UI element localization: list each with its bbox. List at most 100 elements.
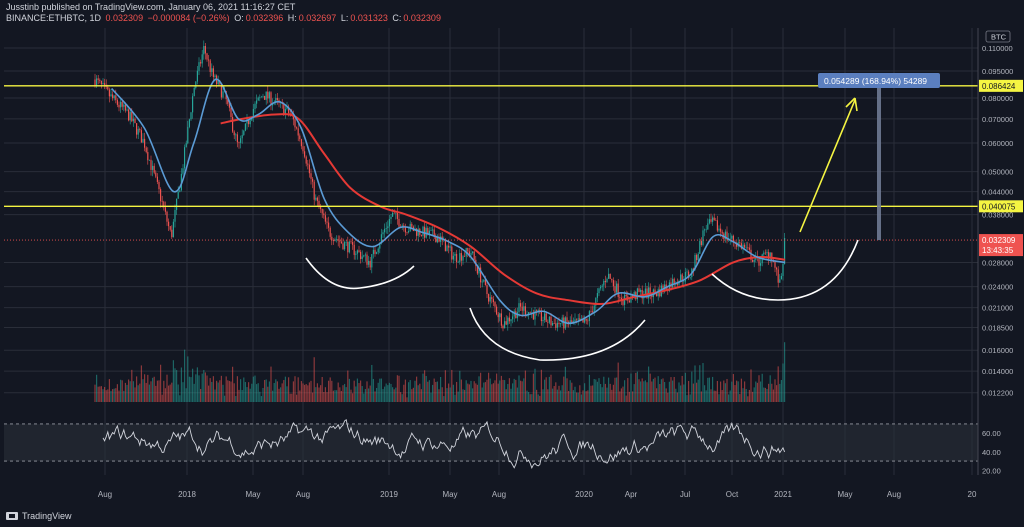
candle-body [521, 306, 523, 311]
candle-body [507, 317, 509, 325]
volume-bar [403, 384, 405, 402]
volume-bar [265, 379, 267, 402]
volume-bar [115, 388, 117, 402]
candle-body [342, 243, 344, 250]
volume-bar [620, 388, 622, 402]
volume-bar [284, 376, 286, 402]
candle-body [467, 247, 469, 252]
candle-body [376, 252, 378, 254]
candle-body [608, 273, 610, 279]
volume-bar [497, 383, 499, 402]
candle-body [208, 59, 210, 61]
candle-body [763, 252, 765, 255]
volume-bar [96, 374, 98, 402]
volume-bar [395, 387, 397, 402]
volume-bar [753, 387, 755, 402]
volume-bar [400, 392, 402, 402]
volume-bar [406, 397, 408, 402]
candle-body [113, 95, 115, 99]
candle-body [720, 228, 722, 232]
candle-body [299, 135, 301, 140]
volume-bar [540, 369, 542, 402]
volume-bar [628, 391, 630, 402]
volume-bar [172, 360, 174, 402]
volume-bar [488, 372, 490, 402]
candle-body [350, 241, 352, 243]
volume-bar [296, 394, 298, 402]
volume-bar [161, 394, 163, 402]
candle-body [182, 168, 184, 174]
volume-bar [683, 384, 685, 402]
volume-bar [720, 381, 722, 402]
candle-body [552, 323, 554, 326]
volume-bar [113, 388, 115, 402]
footer-brand[interactable]: TradingView [22, 511, 72, 521]
volume-bar [392, 387, 394, 402]
volume-bar [230, 381, 232, 402]
volume-bar [662, 378, 664, 402]
volume-bar [609, 383, 611, 402]
volume-bar [707, 377, 709, 402]
volume-bar [385, 383, 387, 402]
volume-bar [516, 387, 518, 402]
candle-body [776, 267, 778, 270]
volume-bar [684, 372, 686, 402]
volume-bar [153, 376, 155, 402]
candle-body [491, 297, 493, 300]
candle-body [609, 273, 611, 279]
volume-bar [222, 384, 224, 402]
volume-bar [648, 366, 650, 402]
candle-body [321, 208, 323, 214]
volume-bar [470, 380, 472, 402]
volume-bar [219, 380, 221, 402]
candle-body [494, 302, 496, 307]
volume-bar [764, 387, 766, 402]
x-tick-label: Aug [98, 490, 112, 499]
volume-bar [604, 383, 606, 402]
candle-body [697, 253, 699, 261]
volume-bar [184, 349, 186, 402]
candle-body [102, 83, 104, 85]
volume-bar [345, 387, 347, 402]
volume-bar [481, 387, 483, 402]
y-tick-label: 0.050000 [982, 168, 1013, 177]
candle-body [238, 142, 240, 143]
price-chart[interactable]: 0.0864240.0400750.03230913:43:35 0.05428… [0, 0, 1024, 527]
candle-body [536, 310, 538, 311]
volume-bar [636, 371, 638, 402]
volume-bar [212, 376, 214, 402]
candle-body [384, 228, 386, 233]
volume-bar [696, 382, 698, 402]
candle-body [612, 280, 614, 287]
volume-bar [763, 387, 765, 402]
candle-body [132, 118, 134, 122]
volume-bar [588, 374, 590, 402]
volume-bar [155, 385, 157, 402]
volume-bar [672, 380, 674, 402]
volume-bar [140, 365, 142, 402]
volume-bar [774, 379, 776, 402]
volume-bar [404, 379, 406, 402]
volume-bar [569, 380, 571, 402]
volume-bar [435, 381, 437, 402]
volume-bar [326, 392, 328, 402]
volume-bar [704, 385, 706, 402]
candle-body [121, 101, 123, 107]
candle-body [120, 101, 122, 108]
volume-bar [587, 390, 589, 402]
candle-body [328, 222, 330, 228]
volume-bar [646, 382, 648, 402]
candle-body [676, 283, 678, 285]
candle-body [99, 79, 101, 81]
volume-bar [267, 386, 269, 402]
volume-bar [760, 381, 762, 402]
candle-body [110, 94, 112, 97]
symbol-name[interactable]: BINANCE:ETHBTC, 1D [6, 13, 101, 23]
volume-bar [558, 385, 560, 402]
x-tick-label: 2020 [575, 490, 593, 499]
candle-body [100, 80, 102, 85]
volume-bar [499, 380, 501, 402]
volume-bar [310, 380, 312, 402]
candle-body [312, 178, 314, 182]
x-tick-label: 2018 [178, 490, 196, 499]
